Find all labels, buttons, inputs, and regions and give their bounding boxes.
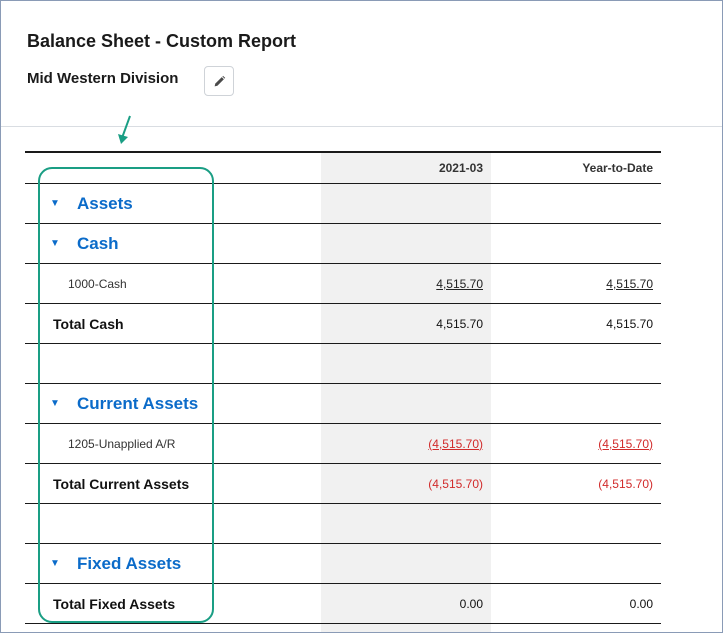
total-fixed-assets-ytd: 0.00 bbox=[629, 596, 653, 611]
table-row: 1000-Cash 4,515.70 4,515.70 bbox=[25, 264, 661, 304]
pencil-icon bbox=[214, 75, 225, 86]
cash-period-link[interactable]: 4,515.70 bbox=[436, 277, 483, 291]
column-header-ytd: Year-to-Date bbox=[582, 161, 653, 175]
edit-button[interactable] bbox=[204, 66, 234, 96]
section-current-assets-row: ▼ Current Assets bbox=[25, 384, 661, 424]
section-fixed-assets-row: ▼ Fixed Assets bbox=[25, 544, 661, 584]
collapse-triangle-icon[interactable]: ▼ bbox=[50, 544, 60, 583]
balance-sheet-table: 2021-03 Year-to-Date ▼ Assets ▼ Cash 100… bbox=[25, 151, 661, 624]
spacer-row bbox=[25, 344, 661, 384]
table-row: Total Current Assets (4,515.70) (4,515.7… bbox=[25, 464, 661, 504]
total-current-assets-label: Total Current Assets bbox=[53, 475, 190, 492]
column-header-period: 2021-03 bbox=[438, 161, 483, 175]
collapse-triangle-icon[interactable]: ▼ bbox=[50, 184, 60, 223]
page-title: Balance Sheet - Custom Report bbox=[27, 31, 297, 51]
collapse-triangle-icon[interactable]: ▼ bbox=[50, 384, 60, 423]
table-row: 1205-Unapplied A/R (4,515.70) (4,515.70) bbox=[25, 424, 661, 464]
header-divider bbox=[1, 126, 722, 127]
total-cash-label: Total Cash bbox=[53, 315, 124, 332]
report-window: Balance Sheet - Custom Report Mid Wester… bbox=[0, 0, 723, 633]
section-assets[interactable]: Assets bbox=[77, 184, 133, 223]
section-assets-row: ▼ Assets bbox=[25, 184, 661, 224]
spacer-row bbox=[25, 504, 661, 544]
table-row: Total Cash 4,515.70 4,515.70 bbox=[25, 304, 661, 344]
total-current-assets-period: (4,515.70) bbox=[428, 476, 483, 491]
section-cash-row: ▼ Cash bbox=[25, 224, 661, 264]
total-fixed-assets-period: 0.00 bbox=[459, 596, 483, 611]
section-cash[interactable]: Cash bbox=[77, 224, 119, 263]
section-current-assets[interactable]: Current Assets bbox=[77, 384, 198, 423]
table-row: Total Fixed Assets 0.00 0.00 bbox=[25, 584, 661, 624]
collapse-triangle-icon[interactable]: ▼ bbox=[50, 224, 60, 263]
unapplied-ar-ytd-link[interactable]: (4,515.70) bbox=[598, 437, 653, 451]
account-label: 1205-Unapplied A/R bbox=[68, 436, 176, 451]
division-name: Mid Western Division bbox=[27, 70, 179, 87]
total-current-assets-ytd: (4,515.70) bbox=[598, 476, 653, 491]
unapplied-ar-period-link[interactable]: (4,515.70) bbox=[428, 437, 483, 451]
cash-ytd-link[interactable]: 4,515.70 bbox=[606, 277, 653, 291]
total-fixed-assets-label: Total Fixed Assets bbox=[53, 595, 176, 612]
account-label: 1000-Cash bbox=[68, 276, 127, 291]
callout-arrow-icon bbox=[118, 115, 131, 144]
total-cash-ytd: 4,515.70 bbox=[606, 316, 653, 331]
total-cash-period: 4,515.70 bbox=[436, 316, 483, 331]
section-fixed-assets[interactable]: Fixed Assets bbox=[77, 544, 181, 583]
table-header-row: 2021-03 Year-to-Date bbox=[25, 151, 661, 184]
